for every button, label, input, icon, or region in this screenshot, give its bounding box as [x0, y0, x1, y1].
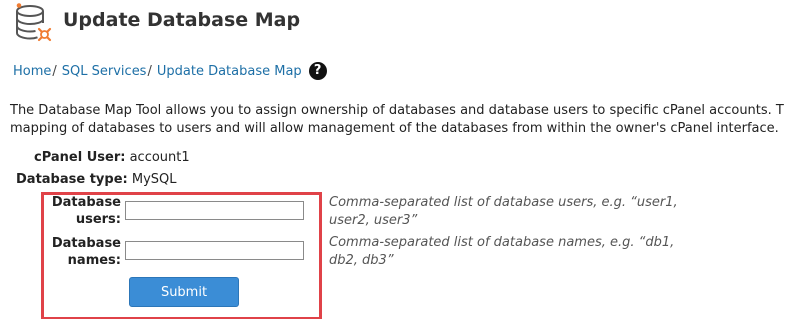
breadcrumb-separator: / — [147, 63, 152, 79]
help-icon[interactable]: ? — [308, 62, 327, 80]
database-users-label-line: users: — [75, 212, 121, 227]
database-names-label-line: names: — [67, 253, 121, 268]
cpanel-user-value: account1 — [129, 150, 190, 165]
database-type-label: Database type: — [16, 172, 128, 187]
breadcrumb-home[interactable]: Home — [13, 64, 51, 79]
description-line: mapping of databases to users and will a… — [10, 121, 779, 136]
database-names-input[interactable] — [125, 241, 304, 260]
database-users-label: Database users: — [43, 194, 121, 228]
breadcrumb: Home / SQL Services / Update Database Ma… — [13, 62, 327, 80]
submit-button[interactable]: Submit — [129, 277, 239, 307]
cpanel-user-row: cPanel User: account1 — [34, 150, 190, 165]
database-names-hint: Comma-separated list of database names, … — [329, 235, 675, 268]
database-names-label: Database names: — [43, 235, 121, 269]
page: Update Database Map Home / SQL Services … — [0, 0, 785, 319]
database-names-label-line: Database — [51, 236, 121, 251]
database-users-hint: Comma-separated list of database users, … — [329, 195, 678, 228]
database-type-value: MySQL — [131, 172, 177, 187]
database-icon — [16, 3, 52, 42]
breadcrumb-sql-services[interactable]: SQL Services — [62, 64, 147, 79]
breadcrumb-separator: / — [52, 63, 57, 79]
database-users-input[interactable] — [125, 201, 304, 220]
database-users-label-line: Database — [51, 195, 121, 210]
page-title: Update Database Map — [63, 9, 301, 31]
description: The Database Map Tool allows you to assi… — [10, 102, 785, 138]
description-line: The Database Map Tool allows you to assi… — [10, 103, 785, 118]
breadcrumb-current[interactable]: Update Database Map — [157, 64, 302, 79]
database-type-row: Database type: MySQL — [16, 172, 177, 187]
cpanel-user-label: cPanel User: — [34, 150, 126, 165]
